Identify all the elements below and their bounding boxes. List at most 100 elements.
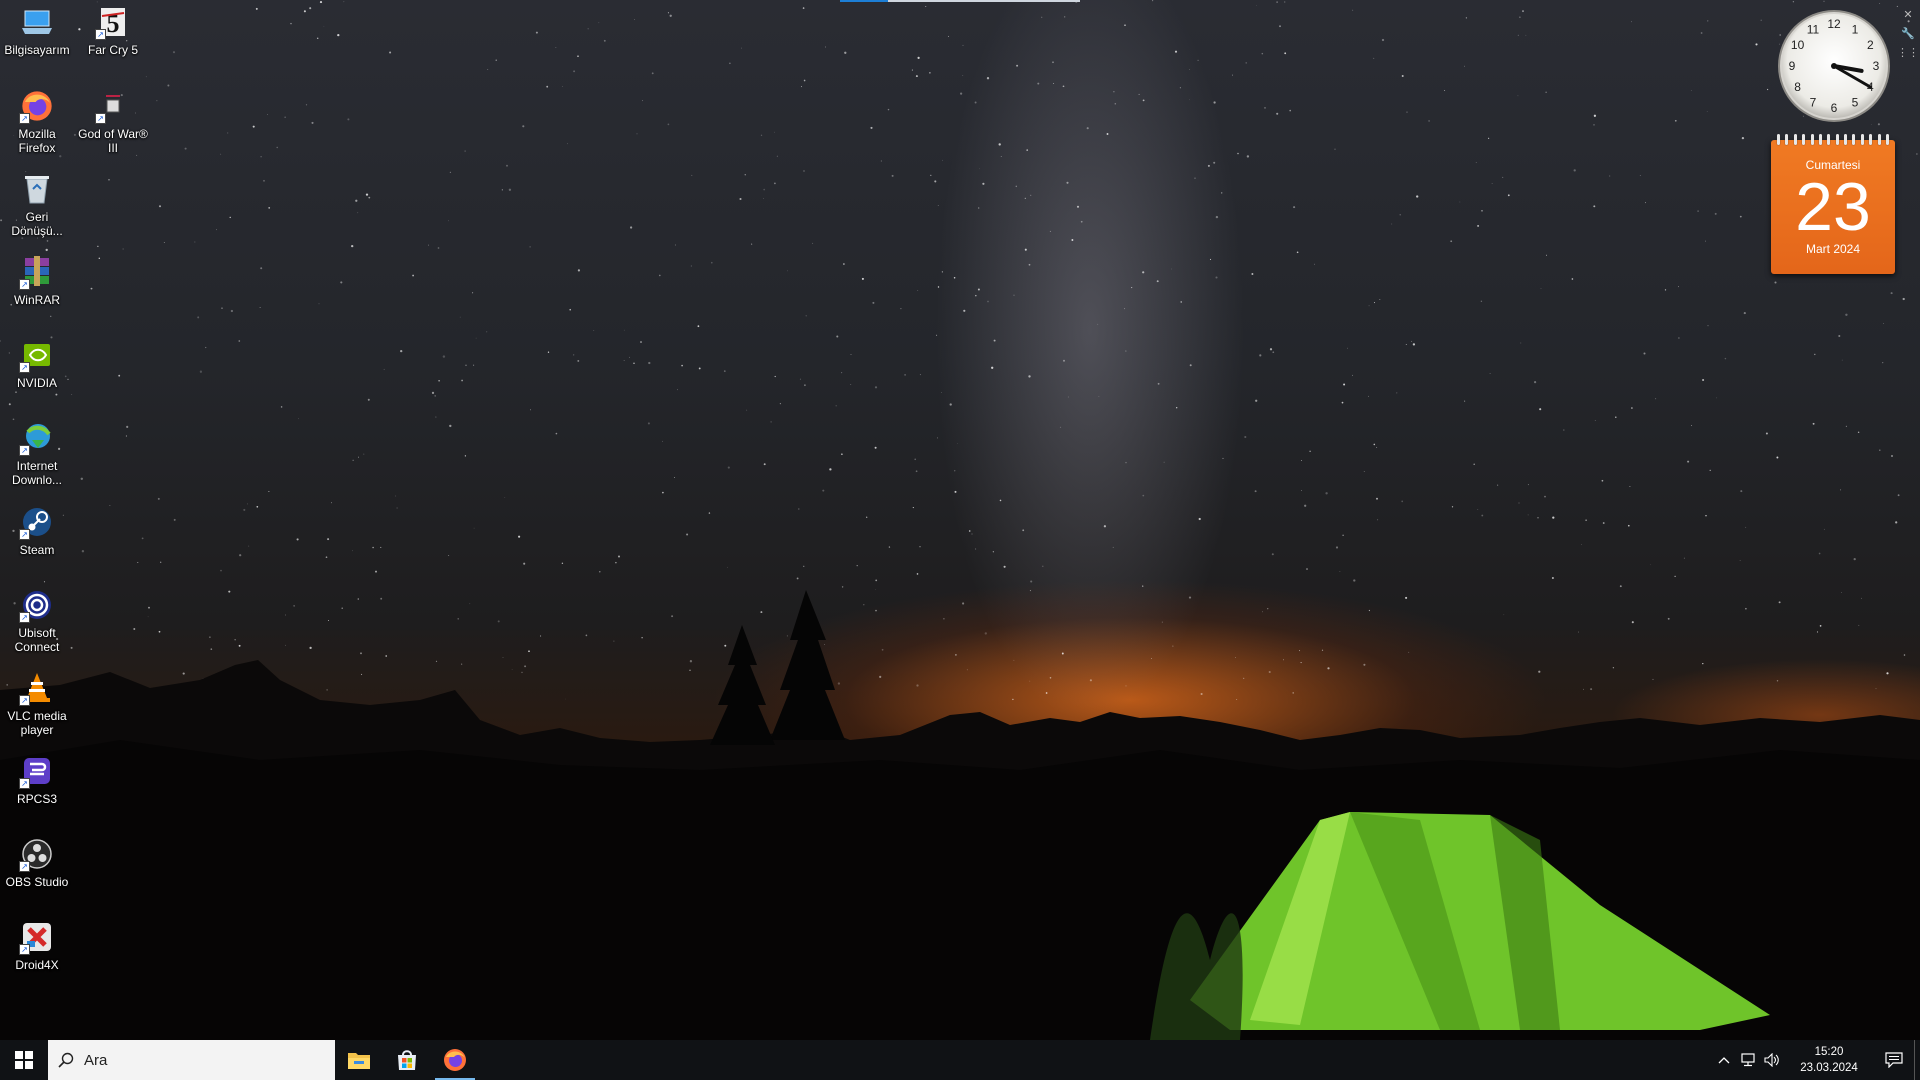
desktop-icon-label: OBS Studio [5,875,69,889]
desktop-icon-label: Far Cry 5 [87,43,138,57]
clock-numeral: 8 [1794,80,1801,94]
nvidia-icon: ↗ [19,337,55,373]
computer-icon [19,4,55,40]
desktop-icon-obs-studio[interactable]: ↗ OBS Studio [0,836,74,889]
wrench-icon[interactable]: 🔧 [1901,27,1915,40]
desktop-icon-winrar[interactable]: ↗ WinRAR [0,254,74,307]
vlc-icon: ↗ [19,670,55,706]
calendar-ring [1835,134,1839,145]
gadget-controls: ✕ 🔧 ⋮⋮ [1897,8,1919,59]
calendar-day-number: 23 [1795,169,1871,245]
taskbar-date: 23.03.2024 [1800,1062,1858,1074]
microsoft-store-icon [398,1050,416,1070]
far-cry-5-icon: 5 ↗ [95,4,131,40]
clock-numeral: 12 [1827,17,1841,31]
desktop-icon-label: NVIDIA [16,376,57,390]
calendar-ring [1827,134,1831,145]
desktop-icon-label: Geri Dönüşü... [11,210,63,238]
start-button[interactable] [0,1040,48,1080]
clock-numeral: 1 [1852,23,1859,37]
desktop-icon-label: Ubisoft Connect [14,626,60,654]
desktop-icon-internet-download[interactable]: ↗ Internet Downlo... [0,420,74,487]
desktop-icon-ubisoft-connect[interactable]: ↗ Ubisoft Connect [0,587,74,654]
desktop-icon-label: Mozilla Firefox [18,127,56,155]
calendar-ring [1785,134,1789,145]
calendar-gadget[interactable]: Cumartesi 23 Mart 2024 [1771,134,1895,274]
god-of-war-icon: ↗ [95,88,131,124]
show-desktop-button[interactable] [1914,1040,1920,1080]
calendar-ring [1793,134,1797,145]
calendar-ring [1818,134,1822,145]
firefox-icon [444,1049,466,1071]
taskbar-search[interactable] [48,1040,335,1080]
clock-numeral: 7 [1810,95,1817,109]
file-explorer-icon [348,1053,370,1069]
taskbar: 15:20 23.03.2024 [0,1040,1920,1080]
calendar-ring [1885,134,1889,145]
taskbar-file-explorer[interactable] [335,1040,383,1080]
desktop-icon-vlc[interactable]: ↗ VLC media player [0,670,74,737]
recycle-bin-icon [19,171,55,207]
calendar-ring [1877,134,1881,145]
calendar-ring [1844,134,1847,145]
windows-logo-icon [15,1051,33,1069]
mountain-silhouette [0,590,1920,1040]
clock-numeral: 6 [1831,101,1838,115]
chevron-up-icon[interactable] [1712,1040,1736,1080]
firefox-icon: ↗ [19,88,55,124]
rpcs3-icon: ↗ [19,753,55,789]
steam-icon: ↗ [19,504,55,540]
ubisoft-icon: ↗ [19,587,55,623]
desktop-icon-god-of-war[interactable]: ↗ God of War® III [76,88,150,155]
taskbar-time: 15:20 [1814,1046,1844,1058]
clock-gadget[interactable]: 123456789101112 [1776,8,1892,128]
calendar-ring [1860,134,1864,145]
drag-handle-icon[interactable]: ⋮⋮ [1897,46,1919,59]
clock-numeral: 2 [1867,38,1874,52]
network-icon[interactable] [1736,1040,1760,1080]
calendar-ring [1802,134,1806,145]
top-progress-segment [840,0,888,2]
desktop-icon-label: WinRAR [13,293,60,307]
desktop-icon-label: Bilgisayarım [4,43,70,57]
action-center-button[interactable] [1874,1040,1914,1080]
calendar-month-year: Mart 2024 [1805,242,1861,256]
internet-download-manager-icon: ↗ [19,420,55,456]
calendar-ring [1869,134,1873,145]
top-progress-strip [840,0,1080,2]
clock-numeral: 10 [1791,38,1805,52]
volume-icon[interactable] [1760,1040,1784,1080]
taskbar-clock[interactable]: 15:20 23.03.2024 [1790,1044,1868,1076]
notification-icon [1885,1052,1903,1068]
desktop-wallpaper [0,0,1920,1040]
system-tray: 15:20 23.03.2024 [1712,1040,1920,1080]
close-icon[interactable]: ✕ [1903,8,1912,21]
taskbar-firefox[interactable] [431,1040,479,1080]
droid4x-icon: ↗ [19,919,55,955]
desktop-icon-rpcs3[interactable]: ↗ RPCS3 [0,753,74,806]
desktop-icon-mozilla-firefox[interactable]: ↗ Mozilla Firefox [0,88,74,155]
desktop-icon-far-cry-5[interactable]: 5 ↗ Far Cry 5 [76,4,150,57]
desktop-icon-droid4x[interactable]: ↗ Droid4X [0,919,74,972]
clock-numeral: 3 [1873,59,1880,73]
desktop-icon-label: RPCS3 [16,792,57,806]
clock-face: 123456789101112 [1778,10,1890,122]
desktop-icon-steam[interactable]: ↗ Steam [0,504,74,557]
search-input[interactable] [84,1051,304,1069]
calendar-ring [1777,134,1780,145]
calendar-ring [1810,134,1814,145]
calendar-ring [1852,134,1856,145]
calendar-rings [1777,134,1889,145]
desktop-icon-label: Internet Downlo... [11,459,63,487]
clock-numeral: 11 [1807,23,1820,37]
winrar-icon: ↗ [19,254,55,290]
taskbar-microsoft-store[interactable] [383,1040,431,1080]
clock-numeral: 9 [1789,59,1796,73]
desktop-icon-geri-donusum[interactable]: Geri Dönüşü... [0,171,74,238]
desktop-icon-bilgisayarim[interactable]: Bilgisayarım [0,4,74,57]
desktop-icon-label: Droid4X [15,958,59,972]
clock-numeral: 5 [1852,95,1859,109]
desktop-icon-label: God of War® III [78,127,148,155]
search-icon [58,1052,74,1068]
desktop-icon-nvidia[interactable]: ↗ NVIDIA [0,337,74,390]
